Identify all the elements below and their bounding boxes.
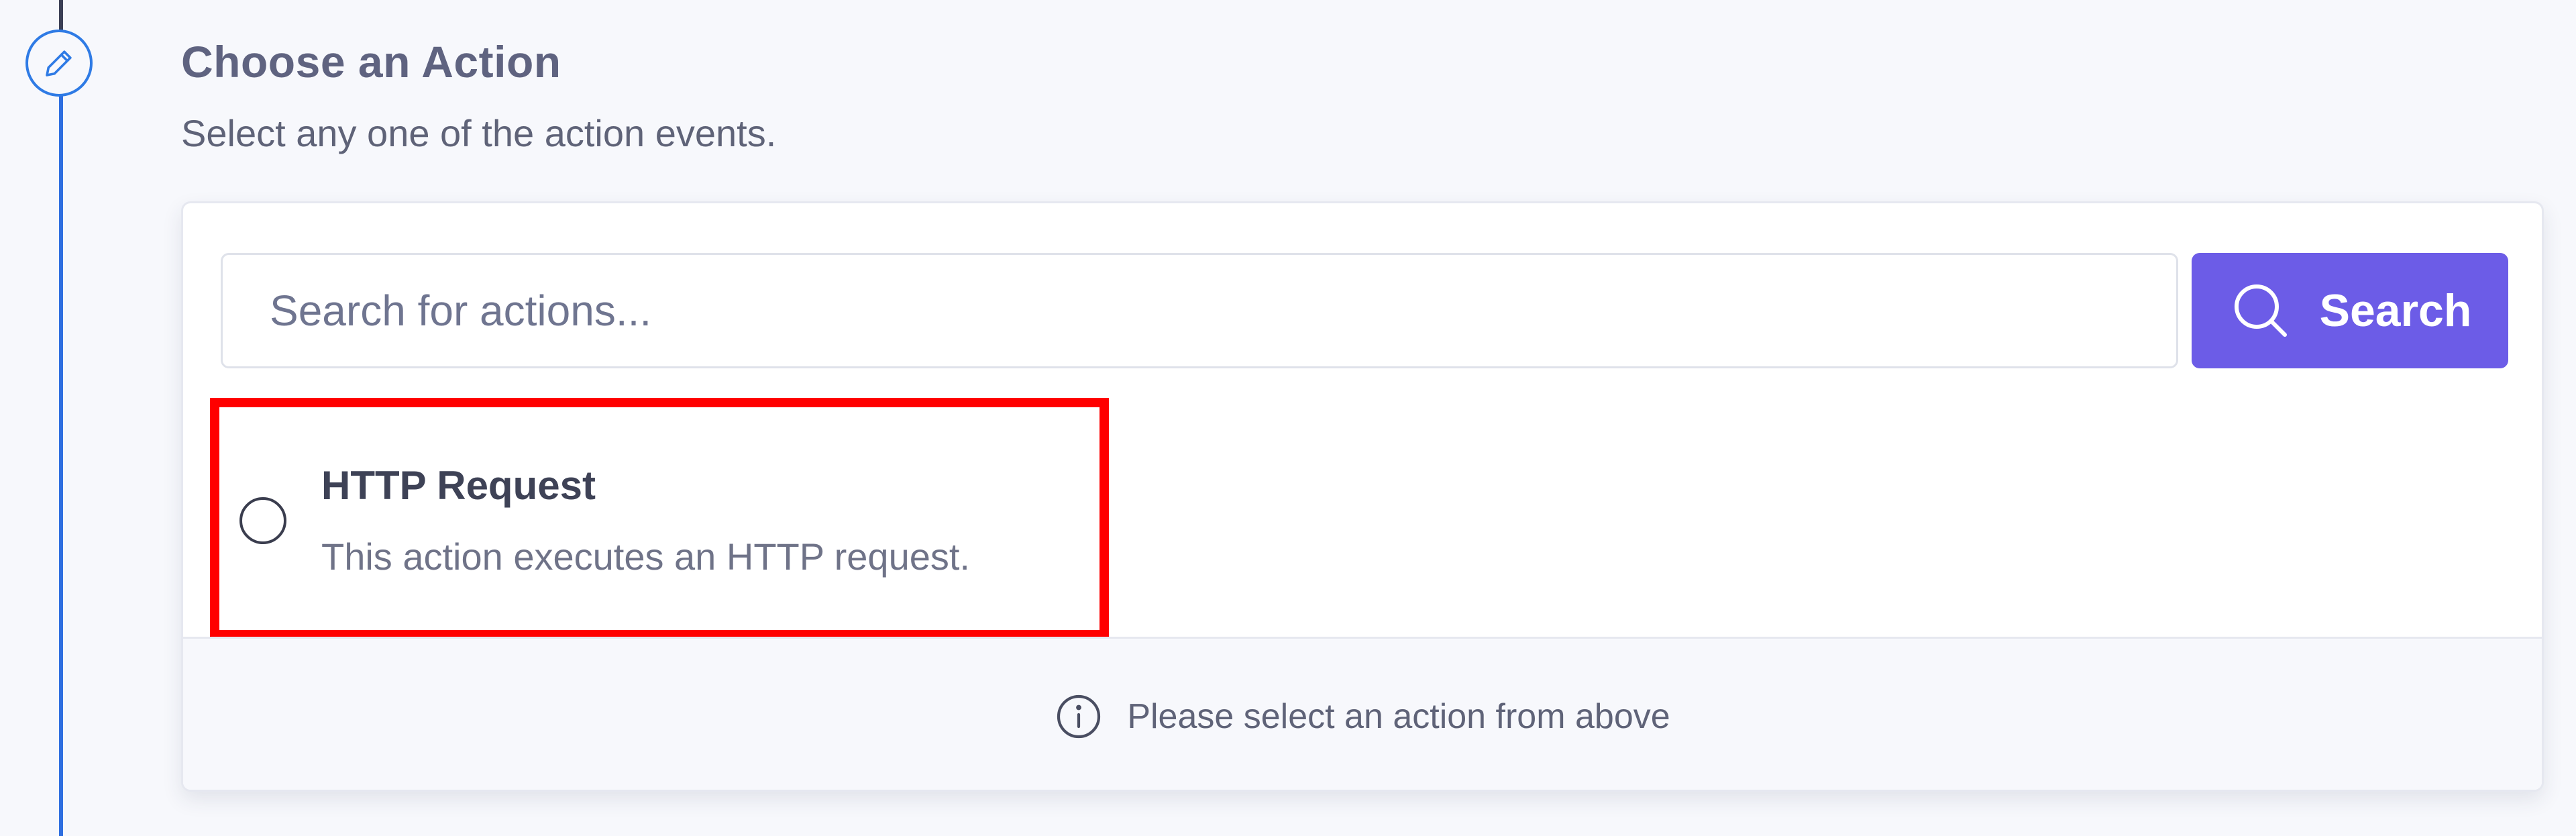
step-edit-node[interactable] [25, 30, 93, 97]
action-option-http-request[interactable]: HTTP Request This action executes an HTT… [210, 398, 1109, 639]
search-button-label: Search [2319, 285, 2472, 336]
selection-hint: Please select an action from above [183, 637, 2542, 790]
selection-hint-text: Please select an action from above [1127, 696, 1670, 736]
step-subtitle: Select any one of the action events. [181, 112, 777, 154]
search-input[interactable] [221, 253, 2178, 368]
info-icon [1057, 694, 1101, 738]
pencil-icon [46, 50, 72, 76]
timeline-rail-active [59, 74, 63, 836]
action-picker-card: Search HTTP Request This action executes… [181, 201, 2544, 792]
search-icon [2234, 284, 2287, 337]
action-title: HTTP Request [321, 463, 596, 508]
step-title: Choose an Action [181, 37, 561, 87]
action-description: This action executes an HTTP request. [321, 535, 970, 578]
action-radio[interactable] [239, 497, 286, 544]
search-button[interactable]: Search [2192, 253, 2508, 368]
